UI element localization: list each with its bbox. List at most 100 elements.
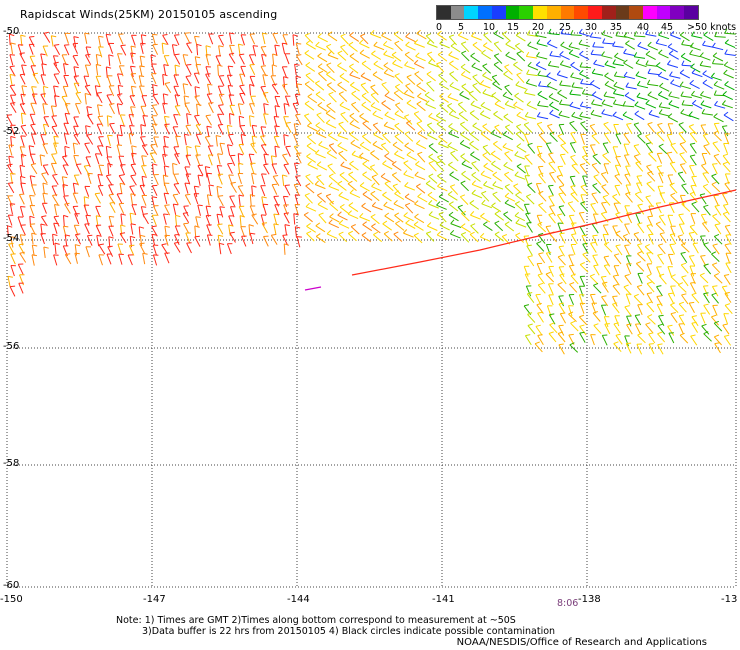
wind-barb	[85, 46, 90, 58]
wind-barb	[666, 134, 673, 145]
wind-barb-flag	[164, 204, 170, 206]
wind-barb	[7, 183, 15, 194]
wind-barb-flag	[150, 54, 156, 57]
wind-barb	[712, 215, 721, 225]
wind-barb	[151, 34, 156, 46]
wind-barb-flag	[469, 231, 475, 235]
wind-barb	[118, 203, 125, 214]
wind-barb-flag	[349, 120, 354, 125]
wind-barb-flag	[163, 135, 169, 138]
wind-barb	[613, 343, 622, 353]
wind-barb-flag	[194, 114, 200, 117]
wind-barb-flag	[504, 100, 509, 105]
wind-barb	[315, 125, 326, 132]
wind-barb	[448, 133, 460, 139]
wind-barb	[318, 214, 327, 224]
wind-barb-flag	[668, 100, 673, 105]
wind-barb-flag	[327, 163, 333, 167]
wind-barb	[547, 85, 558, 91]
wind-barb	[569, 105, 581, 110]
wind-barb	[527, 256, 535, 267]
wind-barb-flag	[679, 301, 685, 305]
wind-barb	[514, 95, 524, 103]
wind-barb	[251, 125, 256, 137]
wind-barb-flag	[120, 232, 126, 235]
wind-barb-flag	[435, 112, 441, 117]
wind-barb	[128, 114, 133, 126]
wind-barb-flag	[558, 302, 564, 305]
wind-barb-flag	[85, 125, 91, 128]
wind-barb-flag	[392, 141, 398, 146]
wind-barb	[549, 55, 561, 58]
wind-barb	[471, 35, 482, 41]
wind-barb-flag	[580, 262, 585, 265]
wind-barb-flag	[613, 274, 619, 277]
wind-barb-flag	[526, 69, 530, 75]
wind-barb	[459, 143, 471, 149]
wind-barb-flag	[645, 195, 651, 198]
wind-barb	[560, 33, 572, 36]
wind-barb-flag	[10, 285, 16, 288]
wind-barb	[448, 54, 459, 60]
wind-barb	[208, 184, 212, 196]
wind-barb-flag	[371, 174, 377, 178]
wind-barb	[84, 186, 90, 197]
wind-barb-flag	[546, 39, 552, 44]
wind-barb	[657, 333, 666, 343]
wind-barb	[337, 65, 348, 72]
wind-barb-flag	[361, 92, 367, 97]
wind-barb-flag	[426, 39, 431, 44]
wind-barb-flag	[680, 108, 685, 114]
wind-barb-flag	[295, 75, 301, 78]
wind-barb	[658, 215, 666, 226]
wind-barb-flag	[63, 63, 69, 66]
wind-barb	[449, 174, 460, 181]
wind-barb-flag	[382, 160, 387, 165]
wind-barb-flag	[678, 171, 684, 174]
wind-barb	[370, 105, 382, 112]
wind-barb-flag	[413, 59, 419, 64]
wind-barb	[281, 66, 287, 78]
wind-barb	[140, 106, 146, 117]
wind-barb-flag	[10, 203, 16, 205]
wind-barb-flag	[131, 85, 137, 88]
wind-barb	[54, 243, 57, 255]
wind-barb-flag	[547, 123, 553, 127]
wind-barb	[527, 44, 538, 51]
wind-barb	[667, 116, 679, 123]
wind-barb	[6, 115, 13, 126]
wind-barb	[668, 103, 680, 109]
wind-barb-flag	[557, 213, 563, 216]
wind-barb-flag	[469, 130, 475, 135]
wind-barb	[380, 144, 390, 154]
wind-barb	[699, 274, 709, 284]
wind-barb	[525, 196, 535, 205]
wind-barb	[582, 93, 594, 96]
wind-barb	[19, 53, 26, 64]
wind-barb-flag	[384, 180, 390, 184]
wind-barb-flag	[689, 255, 695, 257]
wind-barb-flag	[670, 312, 676, 315]
wind-barb-flag	[581, 89, 586, 94]
wind-barb-flag	[703, 292, 709, 295]
wind-barb	[349, 123, 360, 130]
wind-barb-flag	[97, 115, 104, 118]
wind-barb-flag	[658, 143, 664, 147]
wind-barb-flag	[515, 81, 520, 86]
wind-barb-flag	[548, 184, 554, 187]
wind-barb	[285, 146, 291, 157]
wind-barb-flag	[185, 193, 191, 196]
wind-barb	[504, 66, 513, 75]
wind-barb-flag	[725, 234, 731, 236]
wind-barb-flag	[637, 243, 643, 246]
wind-barb	[670, 194, 679, 204]
wind-barb-flag	[307, 122, 312, 127]
wind-barb	[163, 193, 168, 205]
wind-barb	[362, 174, 372, 182]
wind-barb	[461, 173, 471, 181]
wind-barb	[52, 175, 59, 185]
wind-barb-flag	[648, 109, 653, 115]
wind-barb	[548, 283, 554, 295]
wind-barb	[32, 73, 39, 84]
wind-barb	[601, 55, 613, 59]
